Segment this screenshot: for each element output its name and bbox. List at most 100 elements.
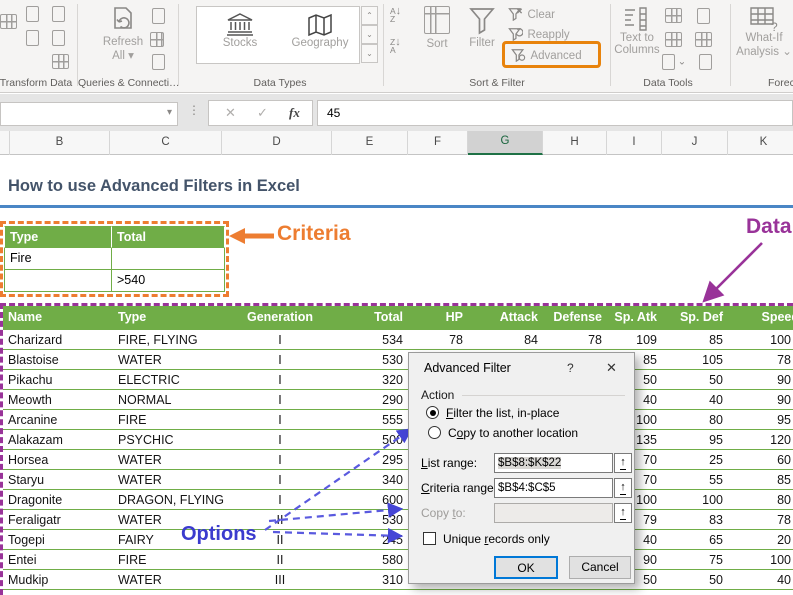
data-cell[interactable]: 40 [731, 570, 793, 590]
copy-to-location-label[interactable]: Copy to another location [448, 426, 578, 440]
data-cell[interactable]: 530 [335, 350, 411, 370]
column-header-C[interactable]: C [110, 131, 222, 155]
data-cell[interactable]: 95 [665, 430, 731, 450]
criteria-range-collapse-button[interactable]: ↑ [614, 478, 632, 498]
data-cell[interactable]: 120 [731, 430, 793, 450]
sort-descending-button[interactable]: Z↓ A [390, 37, 412, 55]
stocks-button[interactable]: Stocks [207, 11, 273, 49]
criteria-cell[interactable]: Type [4, 226, 112, 248]
criteria-cell[interactable] [4, 270, 112, 292]
data-cell[interactable]: 85 [665, 330, 731, 350]
data-cell[interactable]: 90 [731, 390, 793, 410]
column-header-I[interactable]: I [607, 131, 662, 155]
data-cell[interactable]: WATER [113, 450, 225, 470]
remove-duplicates-icon[interactable] [665, 32, 682, 47]
column-header-J[interactable]: J [662, 131, 728, 155]
cancel-entry-icon[interactable]: ✕ [225, 105, 236, 121]
data-cell[interactable]: Charizard [3, 330, 113, 350]
clear-filter-button[interactable]: Clear [508, 5, 555, 23]
geography-button[interactable]: Geography [285, 11, 355, 49]
data-cell[interactable]: I [225, 330, 335, 350]
data-cell[interactable]: 80 [731, 490, 793, 510]
column-header-G[interactable]: G [468, 131, 543, 155]
data-cell[interactable]: 95 [731, 410, 793, 430]
filter-in-place-radio[interactable] [426, 406, 439, 419]
ok-button[interactable]: OK [494, 556, 558, 579]
gallery-down-button[interactable]: ⌄ [361, 25, 378, 44]
workbook-links-icon[interactable] [152, 54, 165, 70]
data-cell[interactable]: 55 [665, 470, 731, 490]
copy-to-collapse-button[interactable]: ↑ [614, 503, 632, 523]
data-cell[interactable]: Dragonite [3, 490, 113, 510]
data-cell[interactable]: 290 [335, 390, 411, 410]
data-cell[interactable]: I [225, 390, 335, 410]
data-cell[interactable]: Arcanine [3, 410, 113, 430]
column-header-E[interactable]: E [332, 131, 408, 155]
column-header-cell[interactable]: Sp. Atk [610, 306, 665, 330]
data-cell[interactable]: 310 [335, 570, 411, 590]
column-header-cell[interactable]: Attack [471, 306, 546, 330]
filter-in-place-label[interactable]: Filter the list, in-place [446, 406, 559, 420]
data-cell[interactable]: ELECTRIC [113, 370, 225, 390]
data-cell[interactable]: Meowth [3, 390, 113, 410]
from-range-icon[interactable] [52, 54, 69, 69]
data-cell[interactable] [471, 590, 546, 595]
data-cell[interactable]: 75 [665, 590, 731, 595]
data-cell[interactable]: FIRE, GROUND [113, 590, 225, 595]
data-cell[interactable]: 105 [665, 350, 731, 370]
unique-records-checkbox[interactable] [423, 532, 436, 545]
criteria-cell[interactable]: Fire [4, 248, 112, 270]
name-box[interactable]: ▾ [0, 102, 178, 126]
data-cell[interactable]: 100 [665, 490, 731, 510]
worksheet[interactable]: How to use Advanced Filters in Excel Typ… [0, 155, 793, 595]
data-cell[interactable]: 109 [610, 330, 665, 350]
data-cell[interactable]: II [225, 550, 335, 570]
data-cell[interactable]: 50 [665, 570, 731, 590]
column-header-H[interactable]: H [543, 131, 607, 155]
insert-function-icon[interactable]: fx [289, 105, 300, 121]
manage-data-model-icon[interactable] [699, 54, 712, 70]
data-cell[interactable]: 65 [665, 530, 731, 550]
data-cell[interactable]: Pikachu [3, 370, 113, 390]
data-cell[interactable]: 75 [665, 550, 731, 570]
data-cell[interactable]: DRAGON, FLYING [113, 490, 225, 510]
data-validation-button[interactable]: ⌄ [662, 54, 686, 70]
data-cell[interactable]: WATER [113, 350, 225, 370]
data-cell[interactable]: Feraligatr [3, 510, 113, 530]
data-cell[interactable]: 90 [731, 370, 793, 390]
column-header-A-sliver[interactable] [0, 131, 10, 155]
data-cell[interactable]: 50 [665, 370, 731, 390]
data-cell[interactable]: 40 [665, 390, 731, 410]
data-cell[interactable]: 40 [731, 590, 793, 595]
data-cell[interactable]: Blastoise [3, 350, 113, 370]
text-to-columns-button[interactable]: Text to Columns [613, 4, 661, 56]
data-cell[interactable]: 20 [731, 530, 793, 550]
list-range-collapse-button[interactable]: ↑ [614, 453, 632, 473]
data-cell[interactable]: 78 [731, 350, 793, 370]
column-header-cell[interactable]: Defense [546, 306, 610, 330]
data-cell[interactable] [546, 590, 610, 595]
data-cell[interactable]: Horsea [3, 450, 113, 470]
what-if-analysis-button[interactable]: ? What-If Analysis ⌄ [736, 4, 792, 58]
gallery-up-button[interactable]: ⌃ [361, 6, 378, 25]
data-cell[interactable]: FIRE [113, 550, 225, 570]
unique-records-label[interactable]: Unique records only [443, 532, 550, 546]
enter-entry-icon[interactable]: ✓ [257, 105, 268, 121]
data-cell[interactable]: FIRE [113, 410, 225, 430]
data-cell[interactable]: 100 [731, 330, 793, 350]
column-header-cell[interactable]: Type [113, 306, 225, 330]
relationships-icon[interactable] [695, 32, 712, 47]
from-web-icon[interactable] [26, 30, 39, 46]
data-cell[interactable]: 78 [731, 510, 793, 530]
column-header-cell[interactable]: Sp. Def [665, 306, 731, 330]
dialog-help-button[interactable]: ? [567, 361, 574, 375]
column-header-K[interactable]: K [728, 131, 793, 155]
column-header-cell[interactable]: Speed [731, 306, 793, 330]
data-cell[interactable]: Mudkip [3, 570, 113, 590]
name-box-dropdown-icon[interactable]: ▾ [167, 107, 172, 118]
data-cell[interactable] [411, 590, 471, 595]
data-cell[interactable]: 320 [335, 370, 411, 390]
data-cell[interactable]: Togepi [3, 530, 113, 550]
dialog-close-icon[interactable]: ✕ [606, 360, 617, 376]
data-cell[interactable]: 78 [546, 330, 610, 350]
